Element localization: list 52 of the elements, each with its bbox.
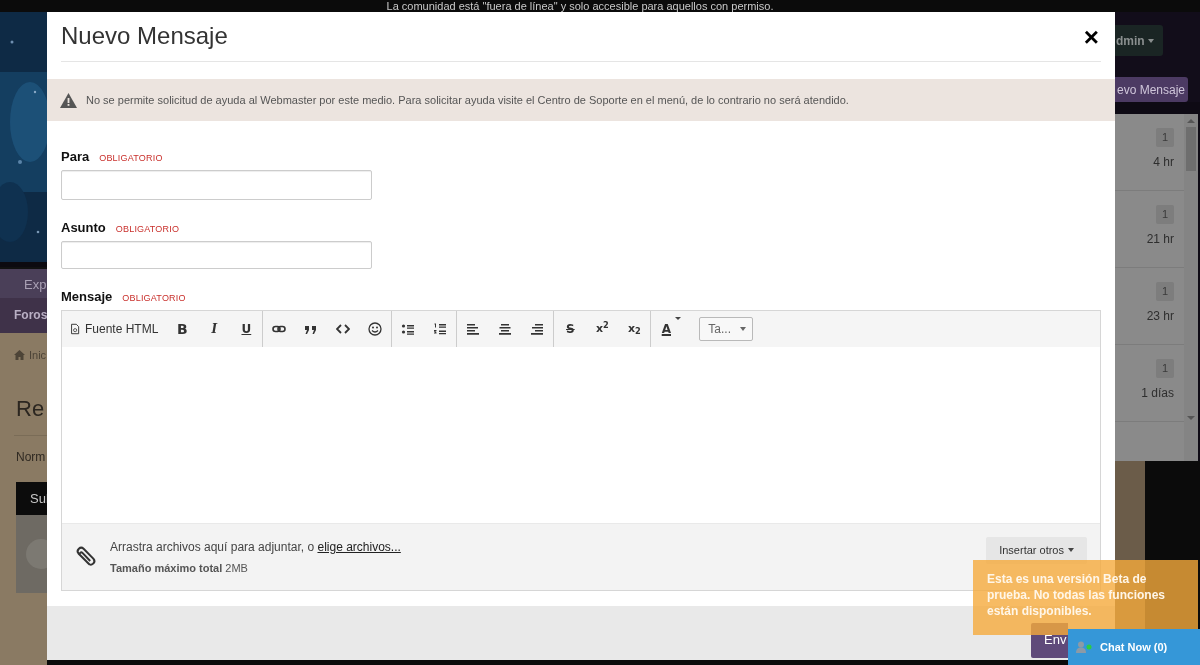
- choose-files-link[interactable]: elige archivos...: [317, 539, 401, 554]
- font-size-select[interactable]: Ta...: [699, 317, 754, 341]
- dialog-title: Nuevo Mensaje: [61, 22, 228, 51]
- underline-button[interactable]: U: [230, 315, 263, 343]
- new-message-button[interactable]: evo Mensaje: [1115, 77, 1188, 102]
- code-icon: [336, 322, 351, 336]
- text-input-field[interactable]: [61, 241, 372, 269]
- offline-notice-text: La comunidad está "fuera de línea" y solo accesible para aquellos con permiso.: [386, 0, 774, 12]
- italic-button[interactable]: I: [198, 315, 231, 343]
- strikethrough-button[interactable]: S: [554, 315, 587, 343]
- attach-hint: Arrastra archivos aquí para adjuntar, o elige archivos...: [110, 538, 402, 556]
- scrollbar[interactable]: [1184, 114, 1198, 461]
- size-limit-text: Tamaño máximo total 2MB: [110, 560, 249, 576]
- required-note: OBLIGATORIO: [99, 152, 163, 165]
- required-note: OBLIGATORIO: [122, 292, 186, 305]
- home-icon: [14, 350, 25, 361]
- source-button[interactable]: Fuente HTML: [64, 315, 167, 343]
- avatar-icon: [26, 538, 47, 569]
- beta-notice-toast: Esta es una versión Beta de prueba. No todas las funciones están disponibles.: [973, 560, 1198, 635]
- subscript-button[interactable]: x$_{2}$: [618, 315, 651, 343]
- count-badge: 1: [1155, 205, 1174, 224]
- bold-button[interactable]: B: [166, 315, 199, 343]
- align-center-icon: [498, 322, 513, 336]
- time-label: 4 hr: [1153, 153, 1174, 171]
- bulleted-list-icon: [401, 322, 416, 336]
- numbered-list-icon: [433, 322, 448, 336]
- count-badge: 1: [1155, 359, 1174, 378]
- field-label: Asunto: [61, 220, 106, 235]
- page-text: Norm: [15, 448, 47, 466]
- time-label: 23 hr: [1146, 307, 1174, 325]
- align-left-icon: [466, 322, 481, 336]
- required-note: OBLIGATORIO: [115, 223, 180, 236]
- text-input-field[interactable]: [61, 170, 372, 200]
- warning-icon: [60, 92, 77, 108]
- count-badge: 1: [1155, 282, 1174, 301]
- user-online-icon: [1076, 641, 1093, 653]
- align-right-icon: [530, 322, 545, 336]
- close-button[interactable]: ×: [1081, 23, 1101, 50]
- user-menu-button[interactable]: dmin: [1115, 25, 1163, 57]
- field-label: Para: [61, 149, 90, 164]
- nav-tab[interactable]: Exp: [0, 267, 47, 298]
- smiley-icon: [368, 322, 383, 336]
- superscript-button[interactable]: x$^{2}$: [586, 315, 619, 343]
- time-label: 21 hr: [1146, 230, 1174, 248]
- file-code-icon: [70, 322, 81, 336]
- count-badge: 1: [1155, 128, 1174, 147]
- alert-text: No se permite solicitud de ayuda al Webmaster por este medio. Para solicitar ayuda visite el Centro de Soporte en el menú, de lo contrario no será atendido.: [86, 92, 849, 108]
- time-label: 1 días: [1141, 384, 1174, 402]
- nav-link[interactable]: Foros: [0, 298, 47, 333]
- panel-title: Sul: [16, 481, 47, 515]
- field-label: Mensaje: [61, 289, 113, 304]
- text-color-button[interactable]: A: [655, 315, 688, 343]
